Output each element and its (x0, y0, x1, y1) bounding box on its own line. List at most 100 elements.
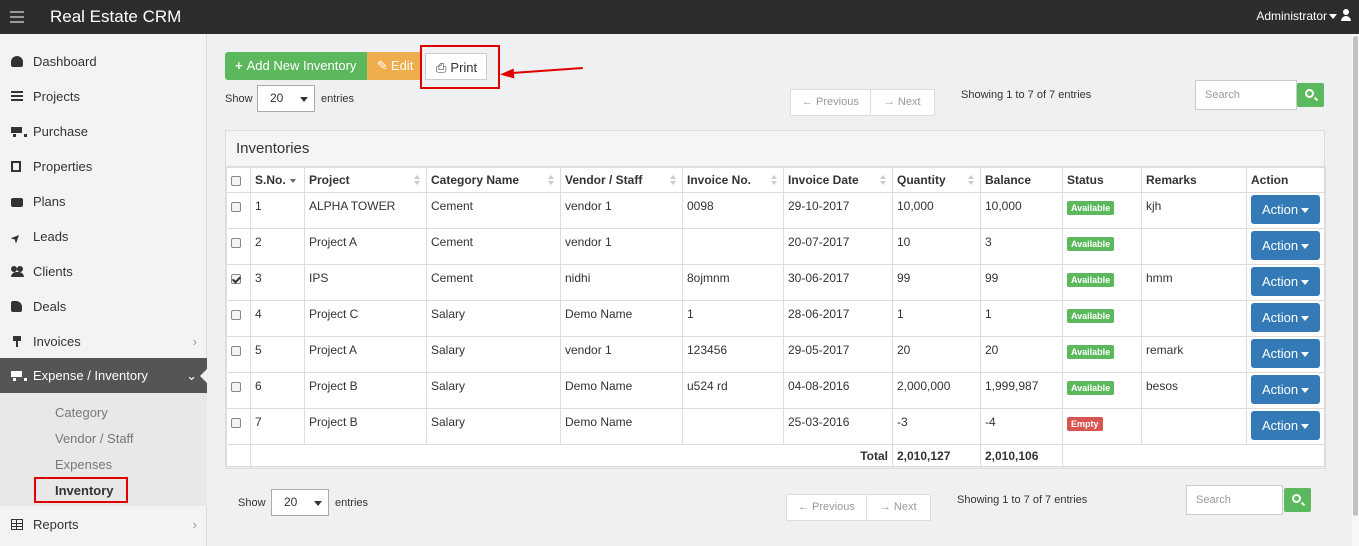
action-dropdown-button[interactable]: Action (1251, 231, 1320, 260)
search-button-bottom[interactable] (1284, 488, 1311, 512)
cell-quantity: 10 (892, 228, 981, 265)
sidebar-item-label: Leads (33, 229, 69, 244)
sidebar-item-projects[interactable]: Projects (0, 79, 207, 114)
edit-button[interactable]: ✎ Edit (367, 52, 421, 80)
caret-down-icon (1301, 316, 1310, 322)
header-invoice-date[interactable]: Invoice Date (783, 167, 893, 193)
cell-status: Available (1062, 228, 1142, 265)
rocket-icon (11, 231, 23, 242)
cell-invoice-date: 29-10-2017 (783, 192, 893, 229)
cell-remarks: hmm (1141, 264, 1247, 301)
header-remarks[interactable]: Remarks (1141, 167, 1247, 193)
row-checkbox[interactable] (231, 345, 241, 356)
cell-project: ALPHA TOWER (304, 192, 427, 229)
header-category-name[interactable]: Category Name (426, 167, 561, 193)
previous-button[interactable]: ← Previous (791, 90, 870, 115)
submenu-item-expenses[interactable]: Expenses (55, 457, 112, 472)
row-checkbox[interactable] (231, 273, 241, 284)
previous-button[interactable]: ← Previous (787, 495, 866, 520)
app-title[interactable]: Real Estate CRM (50, 7, 181, 27)
sidebar-item-properties[interactable]: Properties (0, 149, 207, 184)
header-project[interactable]: Project (304, 167, 427, 193)
header-label: Remarks (1146, 173, 1197, 187)
sidebar-item-expense-inventory[interactable]: Expense / Inventory ⌄ (0, 358, 208, 393)
cell-invoice-no: u524 rd (682, 372, 784, 409)
cell-sno: 7 (250, 408, 305, 445)
plus-icon: + (235, 58, 243, 73)
sidebar-item-invoices[interactable]: Invoices › (0, 324, 207, 359)
cell-balance: 1 (980, 300, 1063, 337)
header-sno[interactable]: S.No. (250, 167, 305, 193)
submenu-item-category[interactable]: Category (55, 405, 108, 420)
row-checkbox[interactable] (231, 417, 241, 428)
row-checkbox[interactable] (231, 309, 241, 320)
user-icon[interactable] (1341, 9, 1351, 21)
sort-icon (548, 175, 554, 186)
sort-desc-icon (290, 175, 296, 186)
hamburger-menu-icon[interactable] (10, 11, 24, 26)
sidebar-item-reports[interactable]: Reports › (0, 507, 207, 542)
page-scrollbar[interactable] (1352, 34, 1359, 546)
header-balance[interactable]: Balance (980, 167, 1063, 193)
sidebar-item-plans[interactable]: Plans (0, 184, 207, 219)
search-icon (1305, 89, 1314, 98)
action-dropdown-button[interactable]: Action (1251, 195, 1320, 224)
scrollbar-thumb[interactable] (1353, 36, 1358, 516)
add-new-inventory-button[interactable]: + Add New Inventory (225, 52, 367, 80)
header-quantity[interactable]: Quantity (892, 167, 981, 193)
row-checkbox[interactable] (231, 237, 241, 248)
sidebar-item-clients[interactable]: Clients (0, 254, 207, 289)
header-status[interactable]: Status (1062, 167, 1142, 193)
cell-project: IPS (304, 264, 427, 301)
submenu-item-vendor-staff[interactable]: Vendor / Staff (55, 431, 134, 446)
cell-vendor: vendor 1 (560, 228, 683, 265)
action-dropdown-button[interactable]: Action (1251, 411, 1320, 440)
chevron-right-icon: › (192, 517, 197, 532)
panel-title: Inventories (226, 131, 1324, 167)
page-size-select[interactable]: 20 (257, 85, 315, 112)
search-input[interactable]: Search (1195, 80, 1297, 110)
action-label: Action (1262, 382, 1299, 397)
row-checkbox[interactable] (231, 201, 241, 212)
action-dropdown-button[interactable]: Action (1251, 339, 1320, 368)
cell-quantity: 1 (892, 300, 981, 337)
sort-icon (968, 175, 974, 186)
search-input-bottom[interactable]: Search (1186, 485, 1283, 515)
sidebar-item-purchase[interactable]: Purchase (0, 114, 207, 149)
status-badge: Available (1067, 201, 1115, 215)
cell-remarks (1141, 408, 1247, 445)
search-button[interactable] (1297, 83, 1324, 107)
cell-vendor: Demo Name (560, 300, 683, 337)
action-dropdown-button[interactable]: Action (1251, 375, 1320, 404)
next-button[interactable]: → Next (865, 495, 930, 520)
select-all-checkbox[interactable] (231, 175, 241, 186)
sidebar-item-dashboard[interactable]: Dashboard (0, 44, 207, 79)
next-button[interactable]: → Next (869, 90, 934, 115)
caret-down-icon (300, 97, 308, 102)
table-row: 5 Project A Salary vendor 1 123456 29-05-2017… (226, 336, 1326, 373)
sidebar-item-deals[interactable]: Deals (0, 289, 207, 324)
table-row: 4 Project C Salary Demo Name 1 28-06-2017 1 1 Av… (226, 300, 1326, 337)
show-label-bottom: Show (238, 497, 266, 509)
caret-down-icon (1301, 424, 1310, 430)
action-dropdown-button[interactable]: Action (1251, 267, 1320, 296)
projects-icon (11, 91, 23, 102)
annotation-arrow-icon (499, 68, 515, 80)
page-size-select-bottom[interactable]: 20 (271, 489, 329, 516)
action-dropdown-button[interactable]: Action (1251, 303, 1320, 332)
cell-category: Cement (426, 192, 561, 229)
cell-action: Action (1246, 228, 1326, 265)
header-invoice-no[interactable]: Invoice No. (682, 167, 784, 193)
cell-invoice-date: 29-05-2017 (783, 336, 893, 373)
header-label: Action (1251, 173, 1289, 187)
cell-action: Action (1246, 264, 1326, 301)
header-action: Action (1246, 167, 1326, 193)
sidebar-item-leads[interactable]: Leads (0, 219, 207, 254)
cell-select (226, 300, 251, 337)
cell-invoice-no: 0098 (682, 192, 784, 229)
cell-empty (226, 444, 251, 469)
row-checkbox[interactable] (231, 381, 241, 392)
user-menu[interactable]: Administrator (1256, 9, 1337, 23)
cell-select (226, 372, 251, 409)
header-vendor-staff[interactable]: Vendor / Staff (560, 167, 683, 193)
